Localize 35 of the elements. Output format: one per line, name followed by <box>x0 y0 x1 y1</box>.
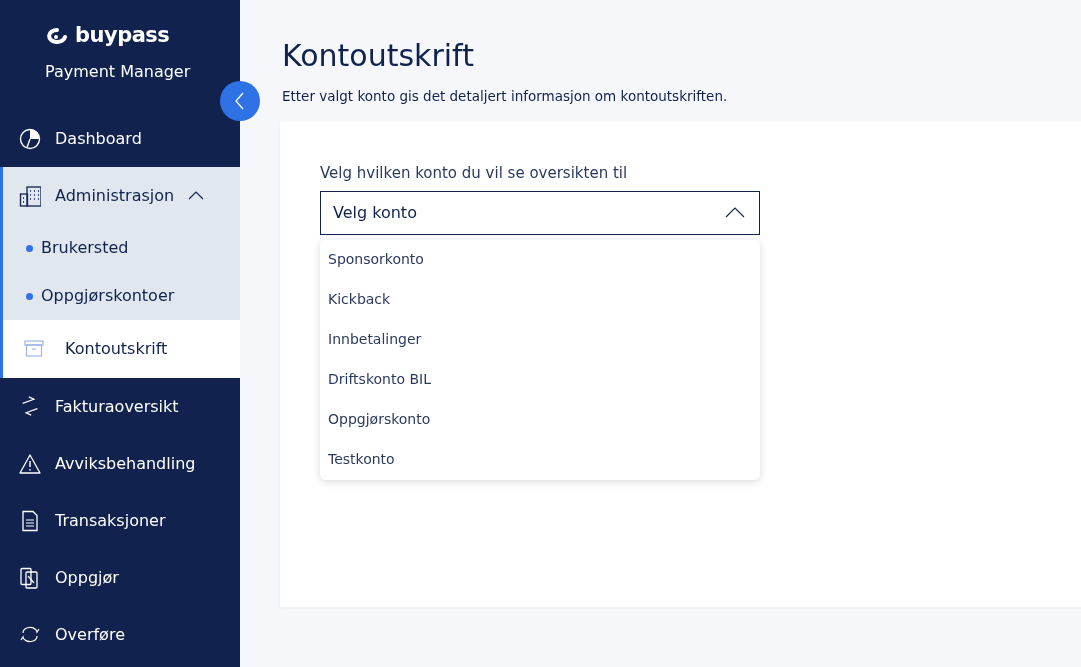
page-description: Etter valgt konto gis det detaljert informasjon om kontoutskriften. <box>282 87 729 106</box>
field-label: Velg hvilken konto du vil se oversikten til <box>320 163 629 185</box>
archive-box-icon <box>23 338 45 360</box>
logo-text: buypass <box>75 22 170 49</box>
bullet-dot <box>26 292 33 300</box>
warning-icon <box>19 452 41 475</box>
sidebar-item[interactable]: Transaksjoner <box>0 492 240 549</box>
building-icon <box>19 184 41 207</box>
cards-icon <box>19 566 41 589</box>
dropdown-option[interactable]: Oppgjørskonto <box>320 399 760 440</box>
dropdown-option[interactable]: Sponsorkonto <box>320 239 760 280</box>
chevron-icon <box>188 191 205 200</box>
product-name: Payment Manager <box>45 60 191 83</box>
sidebar-item[interactable]: Oppgjør <box>0 549 240 606</box>
chevron-icon <box>235 92 245 110</box>
document-icon <box>19 509 41 532</box>
dropdown-option[interactable]: Innbetalinger <box>320 319 760 360</box>
sidebar-item[interactable]: Kontoutskrift <box>0 320 240 378</box>
dropdown-option[interactable]: Kickback <box>320 279 760 320</box>
sidebar-subitem[interactable]: Brukersted <box>3 224 240 272</box>
sidebar-item[interactable]: Fakturaoversikt <box>0 378 240 435</box>
sidebar-item[interactable]: Avviksbehandling <box>0 435 240 492</box>
dropdown-option[interactable]: Driftskonto BIL <box>320 359 760 400</box>
dropdown-option[interactable]: Testkonto <box>320 439 760 480</box>
account-dropdown[interactable]: Velg konto <box>320 190 760 235</box>
sidebar-item[interactable]: Dashboard <box>0 110 240 167</box>
sidebar-group-header[interactable]: Administrasjon <box>3 167 240 224</box>
bullet-dot <box>26 244 33 252</box>
logo-icon <box>45 25 67 46</box>
collapse-sidebar-button[interactable] <box>220 81 260 121</box>
sidebar-item[interactable]: Overføre <box>0 606 240 663</box>
page-title: Kontoutskrift <box>282 38 475 74</box>
pie-chart-icon <box>19 127 41 150</box>
sidebar-subitem[interactable]: Oppgjørskontoer <box>3 272 240 320</box>
chevron-icon <box>725 207 745 219</box>
